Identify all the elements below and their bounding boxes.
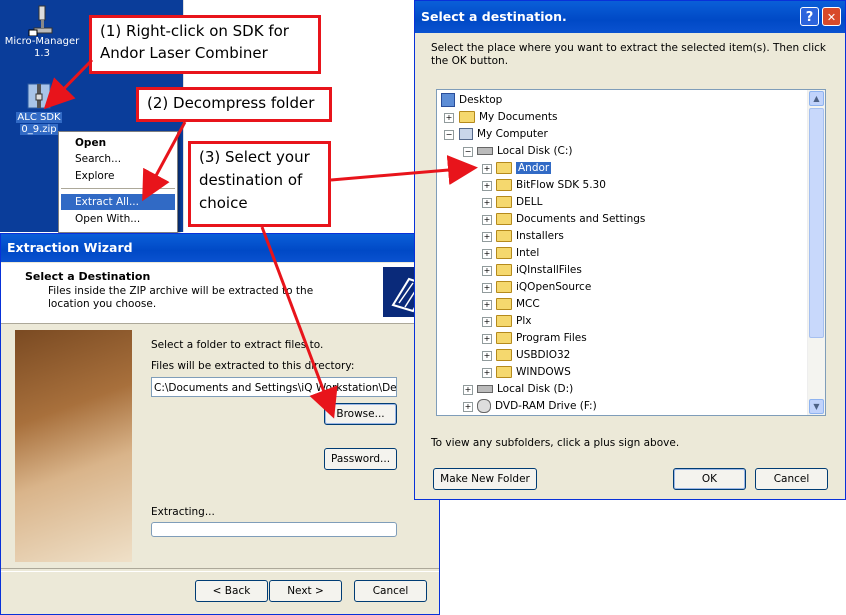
arrow-step3-browse — [260, 226, 338, 419]
arrow-overlay — [43, 58, 478, 419]
arrow-step3-folder — [330, 155, 478, 185]
arrow-step1 — [43, 58, 94, 110]
arrow-step2 — [142, 121, 187, 202]
